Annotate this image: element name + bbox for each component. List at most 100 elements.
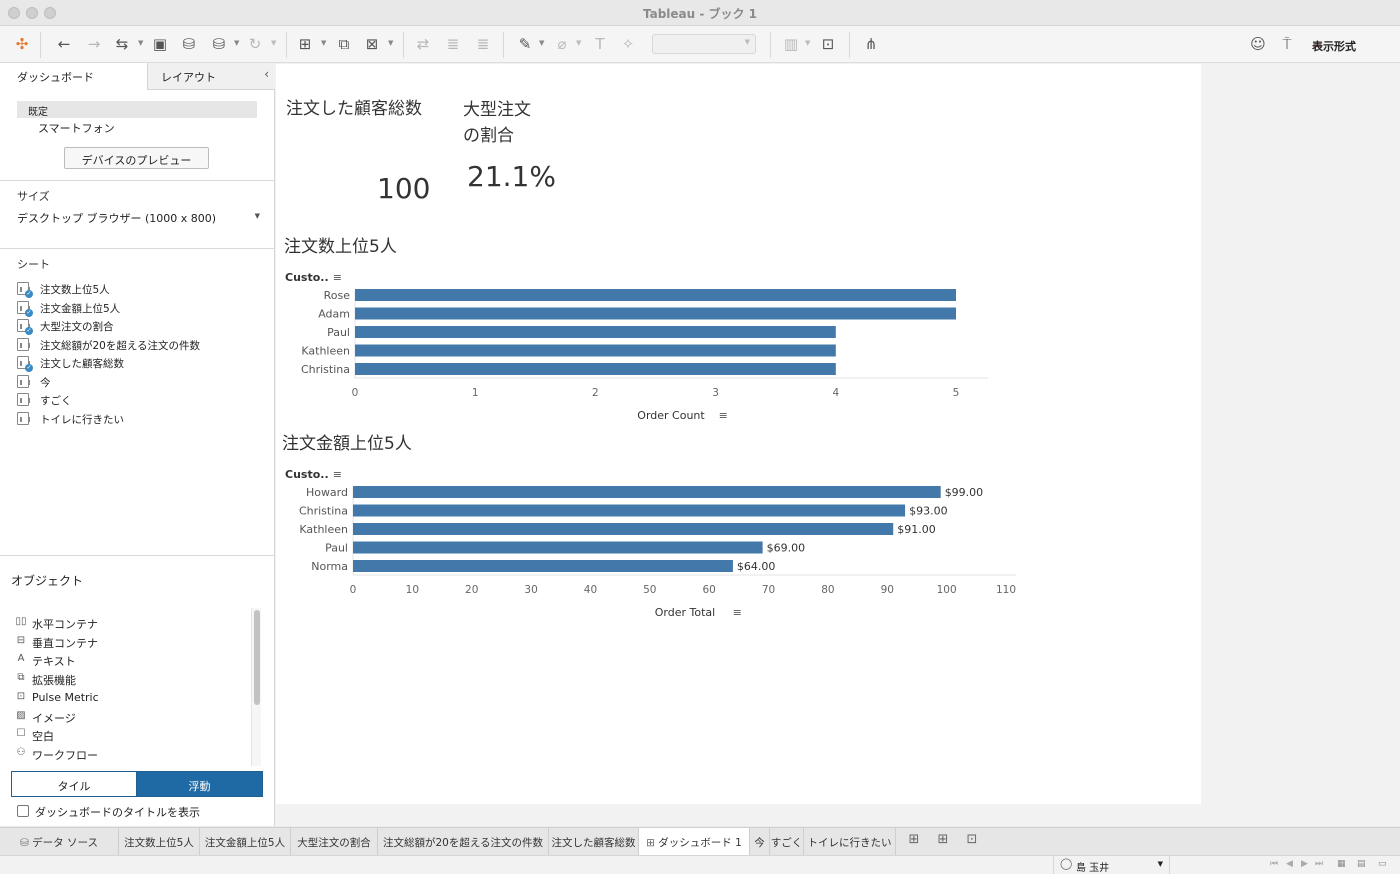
row-header-label: Custo.. [285,271,329,284]
device-preview-button[interactable]: デバイスのプレビュー [64,147,209,169]
tab-dashboard[interactable]: ダッシュボード [0,63,148,90]
sheet-tab[interactable]: 注文金額上位5人 [200,828,291,856]
view-size-dropdown[interactable]: ▼ [652,34,756,54]
sort-descending-icon[interactable]: ≣ [472,34,494,54]
new-story-icon[interactable]: ⊡ [958,828,986,856]
first-sheet-icon[interactable]: ⏮ [1270,859,1278,869]
checkmark-icon: ✓ [25,364,33,372]
bar[interactable] [353,541,763,554]
sheet-tab[interactable]: ⊞ ダッシュボード 1 [639,828,750,856]
title-bar: Tableau - ブック 1 [0,0,1400,26]
device-phone[interactable]: スマートフォン [38,120,115,136]
sheet-tab[interactable]: 大型注文の割合 [291,828,378,856]
share-icon[interactable]: ⋔ [860,34,882,54]
objects-scrollbar[interactable] [251,608,261,766]
sheet-tab[interactable]: 今 [750,828,770,856]
swap-rows-columns-icon[interactable]: ⇄ [412,34,434,54]
tooltip-icon[interactable]: ⍑ [1276,34,1298,54]
save-icon[interactable]: ▣ [149,34,171,54]
group-members-icon[interactable]: ⌀ [551,34,573,54]
sort-icon: ≡ [719,409,728,422]
x-tick-label: 4 [832,387,839,399]
sheet-sorter-icon[interactable]: ▦ [1337,859,1346,869]
chevron-down-icon[interactable]: ▼ [576,39,581,47]
chevron-down-icon[interactable]: ▼ [539,39,544,47]
order-total-chart[interactable]: Custo.. ≡ Howard $99.00 Christina $93.00 Kathl… [276,457,1036,627]
tile-toggle[interactable]: タイル [11,771,137,797]
sheet-tab[interactable]: 注文した顧客総数 [549,828,639,856]
undo-icon[interactable]: ← [53,34,75,54]
data-label: $99.00 [945,486,984,499]
float-toggle[interactable]: 浮動 [136,771,263,797]
chevron-down-icon[interactable]: ▼ [805,39,810,47]
chevron-down-icon[interactable]: ▼ [271,39,276,47]
size-label: サイズ [17,190,50,203]
bar[interactable] [355,289,956,301]
fit-icon[interactable]: ▥ [780,34,802,54]
sheet-tab[interactable]: 注文総額が20を超える注文の件数 [378,828,549,856]
workflow-icon: ⚇ [16,746,26,758]
new-worksheet-icon[interactable]: ⊞ [900,828,928,856]
chevron-down-icon[interactable]: ▼ [234,39,239,47]
next-sheet-icon[interactable]: ▶ [1301,859,1308,869]
bar[interactable] [353,486,941,498]
size-dropdown[interactable]: デスクトップ ブラウザー (1000 x 800) ▼ [17,210,260,228]
new-worksheet-icon[interactable]: ⊞ [294,34,316,54]
agent-icon[interactable]: ☺ [1247,34,1269,54]
previous-sheet-icon[interactable]: ◀ [1286,859,1293,869]
collapse-panel-icon[interactable]: ‹ [264,67,269,81]
redo-icon[interactable]: → [83,34,105,54]
tabs-icon[interactable]: ▭ [1378,859,1387,869]
kpi-large-orders-title[interactable]: 大型注文 の割合 [463,97,531,149]
filmstrip-icon[interactable]: ▤ [1357,859,1366,869]
scrollbar-thumb[interactable] [254,610,260,705]
bar[interactable] [355,307,956,320]
duplicate-sheet-icon[interactable]: ⧉ [333,34,355,54]
highlight-icon[interactable]: ✎ [514,34,536,54]
kpi-customers-title[interactable]: 注文した顧客総数 [286,96,422,122]
pause-updates-icon[interactable]: ⛁ [208,34,230,54]
bar[interactable] [353,504,906,517]
tab-layout[interactable]: レイアウト ‹ [148,63,275,90]
sheet-tab[interactable]: トイレに行きたい [804,828,896,856]
new-dashboard-icon[interactable]: ⊞ [929,828,957,856]
bar[interactable] [355,326,836,338]
sheet-tab[interactable]: すごく [770,828,804,856]
horizontal-container-icon: ▯▯ [15,616,27,627]
x-tick-label: 30 [524,584,537,596]
data-label: $69.00 [767,542,806,555]
sort-ascending-icon[interactable]: ≣ [442,34,464,54]
fix-axes-icon[interactable]: ✧ [617,34,639,54]
bar[interactable] [355,363,836,375]
user-menu[interactable]: ◯ 島 玉井 ▼ [1053,856,1170,874]
show-mark-labels-icon[interactable]: T [589,34,611,54]
category-label: Kathleen [299,523,348,536]
chevron-down-icon[interactable]: ▼ [138,39,143,47]
sheet-tab[interactable]: ⛁ データ ソース [0,828,119,856]
order-count-chart[interactable]: Custo.. ≡ Rose Adam Paul Kathleen Christina0 1 2… [276,260,1036,430]
refresh-icon[interactable]: ↻ [244,34,266,54]
x-tick-label: 60 [702,584,715,596]
chevron-down-icon[interactable]: ▼ [388,39,393,47]
replace-data-source-icon[interactable]: ⇆ [111,34,133,54]
chart2-title[interactable]: 注文金額上位5人 [282,429,412,454]
show-me-button[interactable]: 表示形式 [1312,38,1356,54]
bar[interactable] [353,560,733,572]
x-tick-label: 1 [472,387,479,399]
last-sheet-icon[interactable]: ⏭ [1315,859,1323,869]
new-data-source-icon[interactable]: ⛁ [178,34,200,54]
presentation-mode-icon[interactable]: ⊡ [817,34,839,54]
chart1-title[interactable]: 注文数上位5人 [284,232,397,257]
bar[interactable] [355,344,836,357]
sheet-tab[interactable]: 注文数上位5人 [119,828,200,856]
x-tick-label: 70 [762,584,775,596]
checkbox[interactable] [17,805,29,817]
bar[interactable] [353,523,894,535]
x-tick-label: 0 [350,584,357,596]
clear-sheet-icon[interactable]: ⊠ [361,34,383,54]
tableau-logo-icon[interactable]: ✣ [11,34,33,54]
x-tick-label: 20 [465,584,478,596]
device-default[interactable]: 既定 [17,101,257,118]
chevron-down-icon[interactable]: ▼ [321,39,326,47]
sheet-label: 今 [40,376,51,389]
